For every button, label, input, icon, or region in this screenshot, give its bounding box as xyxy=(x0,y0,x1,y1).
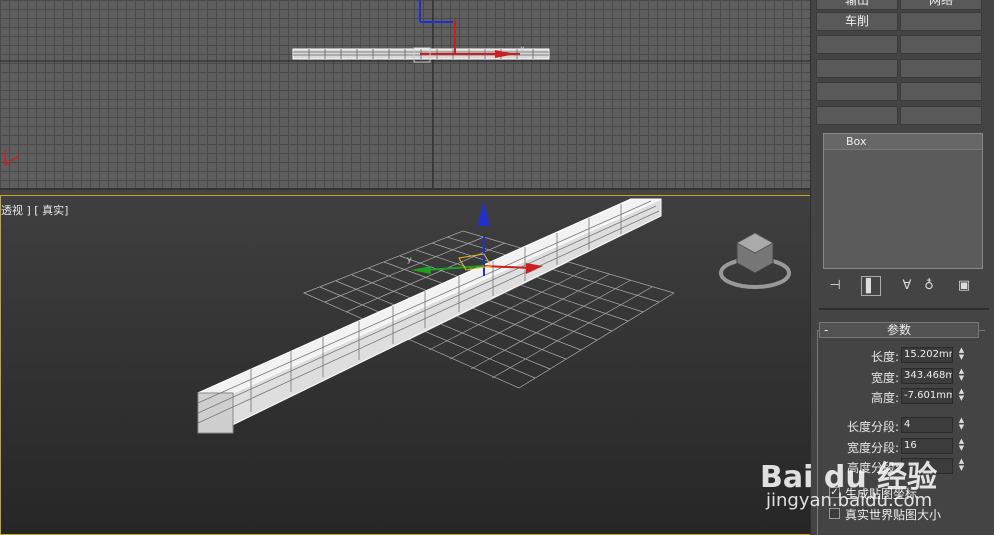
real-world-checkbox[interactable]: 真实世界贴图大小 xyxy=(829,506,994,522)
rollout-title: 参数 xyxy=(886,323,911,337)
show-end-result-icon[interactable]: ▌ xyxy=(861,276,881,296)
gen-mapping-checkbox[interactable]: ✓ 生成贴图坐标 xyxy=(829,485,994,501)
width-input[interactable]: 343.468m xyxy=(901,368,953,384)
height-input[interactable]: -7.601mm xyxy=(901,388,953,404)
viewcube[interactable] xyxy=(719,231,791,291)
modifier-button-empty[interactable] xyxy=(900,82,982,101)
height-segs-row: 高度分段: ▲ ▼ xyxy=(811,458,994,476)
height-segs-spinner[interactable]: ▲ ▼ xyxy=(956,458,967,474)
top-viewport[interactable]: x xyxy=(0,0,810,190)
modifier-stack-item-box[interactable]: Box xyxy=(824,134,982,150)
divider xyxy=(819,308,989,310)
height-spinner[interactable]: ▲ ▼ xyxy=(956,388,967,404)
viewcube-icon xyxy=(719,232,791,289)
parameters-rollout-header[interactable]: - 参数 xyxy=(819,322,979,338)
height-segs-input[interactable] xyxy=(901,458,953,474)
gen-mapping-label: 生成贴图坐标 xyxy=(845,487,918,501)
modifier-button-output[interactable]: 输出 xyxy=(816,0,898,10)
modifier-button-empty[interactable] xyxy=(816,82,898,101)
height-row: 高度: -7.601mm ▲ ▼ xyxy=(811,388,994,406)
perspective-scene: y x xyxy=(197,198,675,434)
svg-text:y: y xyxy=(407,255,412,264)
width-row: 宽度: 343.468m ▲ ▼ xyxy=(811,368,994,386)
modifier-button-empty[interactable] xyxy=(816,59,898,78)
height-label: 高度: xyxy=(870,391,899,405)
width-segs-label: 宽度分段: xyxy=(846,441,899,455)
checkbox-box[interactable]: ✓ xyxy=(829,487,840,498)
length-spinner[interactable]: ▲ ▼ xyxy=(956,347,967,363)
length-segs-input[interactable]: 4 xyxy=(901,417,953,433)
height-segs-label: 高度分段: xyxy=(846,461,899,475)
svg-text:x: x xyxy=(541,255,546,264)
checkbox-box[interactable] xyxy=(829,508,840,519)
home-grid xyxy=(303,230,675,389)
modifier-button-empty[interactable] xyxy=(900,106,982,125)
box-object-perspective[interactable] xyxy=(197,198,662,434)
configure-sets-icon[interactable]: ▣ xyxy=(954,276,974,296)
top-viewport-scene: x xyxy=(0,0,810,188)
length-row: 长度: 15.202mm ▲▼ xyxy=(811,347,994,365)
modifier-button-mesh[interactable]: 网络 xyxy=(900,0,982,10)
axis-tripod-top xyxy=(4,150,21,166)
modifier-button-empty[interactable] xyxy=(816,35,898,54)
width-segs-input[interactable]: 16 xyxy=(901,438,953,454)
width-segs-spinner[interactable]: ▲ ▼ xyxy=(956,438,967,454)
modifier-button-empty[interactable] xyxy=(900,12,982,31)
pin-stack-icon[interactable]: ⊣ xyxy=(825,276,845,296)
modifier-button-empty[interactable] xyxy=(816,106,898,125)
modifier-button-empty[interactable] xyxy=(900,35,982,54)
length-segs-label: 长度分段: xyxy=(846,420,899,434)
length-segs-spinner[interactable]: ▲ ▼ xyxy=(956,417,967,433)
remove-modifier-icon[interactable]: ♁ xyxy=(919,276,939,296)
length-label: 长度: xyxy=(870,350,899,364)
modifier-button-empty[interactable] xyxy=(900,59,982,78)
perspective-viewport[interactable]: 透视 ] [ 真实] y x xyxy=(0,195,810,535)
real-world-label: 真实世界贴图大小 xyxy=(845,508,942,522)
make-unique-icon[interactable]: ∀ xyxy=(897,276,917,296)
svg-text:x: x xyxy=(520,44,525,53)
length-segs-row: 长度分段: 4 ▲ ▼ xyxy=(811,417,994,435)
modifier-stack[interactable]: Box xyxy=(823,133,983,269)
length-input[interactable]: 15.202mm xyxy=(901,347,953,363)
collapse-icon[interactable]: - xyxy=(824,323,828,337)
width-label: 宽度: xyxy=(870,371,899,385)
width-segs-row: 宽度分段: 16 ▲ ▼ xyxy=(811,438,994,456)
modifier-button-lathe[interactable]: 车削 xyxy=(816,12,898,31)
command-panel: 输出 网络 车削 Box ⊣ ▌ ∀ ♁ ▣ - 参数 长度: 15.202mm… xyxy=(810,0,994,535)
width-spinner[interactable]: ▲ ▼ xyxy=(956,368,967,384)
